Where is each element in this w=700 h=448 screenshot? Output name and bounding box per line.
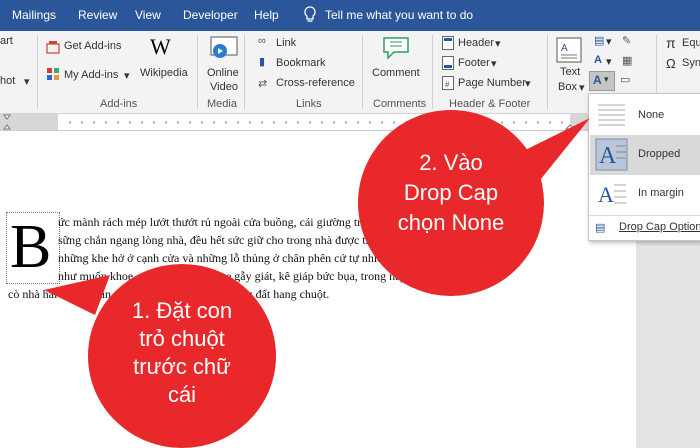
callout-1-line: 1. Đặt con <box>131 298 233 323</box>
callout-step-1: 1. Đặt con trỏ chuột trước chữ cái <box>88 264 276 448</box>
callout-1-line: trỏ chuột <box>139 326 225 351</box>
callout-step-2: 2. Vào Drop Cap chọn None <box>358 110 544 296</box>
callout-1-line: cái <box>167 382 197 407</box>
callout-1-line: trước chữ <box>133 354 231 379</box>
callout-2-line: Drop Cap <box>403 180 499 205</box>
callout-2-line: chọn None <box>397 210 505 235</box>
callout-2-line: 2. Vào <box>419 150 483 175</box>
